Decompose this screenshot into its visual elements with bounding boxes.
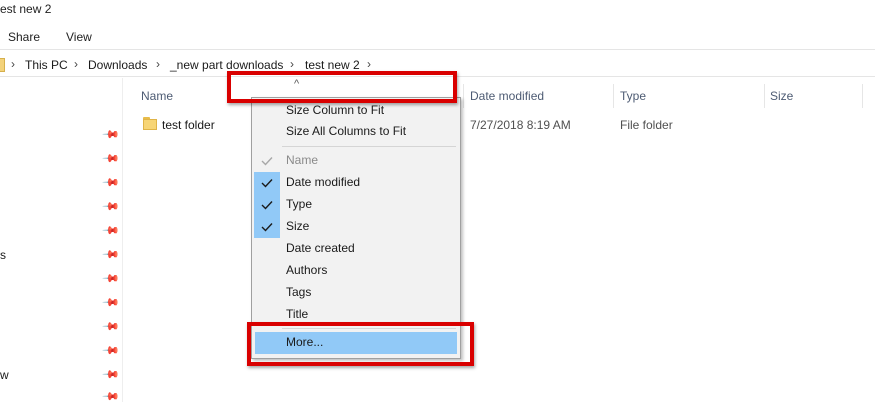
menu-item-label: Date created [286, 241, 355, 255]
pin-icon[interactable]: 📌 [101, 197, 120, 216]
menu-item-tags[interactable]: Tags [252, 282, 460, 304]
folder-icon[interactable] [143, 117, 157, 130]
breadcrumb-downloads[interactable]: Downloads [88, 58, 147, 72]
folder-icon [0, 58, 5, 72]
pin-icon[interactable]: 📌 [101, 221, 120, 240]
breadcrumb-test-new-2[interactable]: test new 2 [305, 58, 360, 72]
column-divider[interactable] [463, 84, 464, 108]
menu-item-authors[interactable]: Authors [252, 260, 460, 282]
column-divider[interactable] [862, 84, 863, 108]
pin-icon[interactable]: 📌 [101, 365, 120, 384]
pin-icon[interactable]: 📌 [101, 245, 120, 264]
menu-item-date-modified[interactable]: Date modified [252, 172, 460, 194]
file-name[interactable]: test folder [162, 118, 215, 132]
menu-item-label: Tags [286, 285, 312, 299]
column-divider[interactable] [613, 84, 614, 108]
menu-item-type[interactable]: Type [252, 194, 460, 216]
pin-icon[interactable]: 📌 [101, 173, 120, 192]
menu-item-size-all-columns-to-fit[interactable]: Size All Columns to Fit [252, 121, 460, 143]
sidebar-item-label[interactable]: w [0, 368, 9, 382]
column-context-menu: Size Column to Fit Size All Columns to F… [251, 97, 461, 359]
column-header-date-modified[interactable]: Date modified [470, 89, 544, 103]
sidebar-item-label[interactable]: s [0, 248, 6, 262]
file-type: File folder [620, 118, 673, 132]
column-divider[interactable] [764, 84, 765, 108]
column-header-size[interactable]: Size [770, 89, 793, 103]
nav-pane-divider [122, 78, 123, 402]
pin-icon[interactable]: 📌 [101, 317, 120, 336]
ribbon-divider [0, 49, 875, 50]
menu-item-label: Date modified [286, 175, 361, 189]
menu-item-label: Title [286, 307, 309, 321]
menu-item-date-created[interactable]: Date created [252, 238, 460, 260]
menu-item-label: Size All Columns to Fit [286, 124, 407, 138]
checkmark-icon [254, 172, 280, 194]
tab-view[interactable]: View [66, 30, 92, 44]
column-header-type[interactable]: Type [620, 89, 646, 103]
file-date-modified: 7/27/2018 8:19 AM [470, 118, 571, 132]
pin-icon[interactable]: 📌 [101, 293, 120, 312]
chevron-right-icon[interactable]: › [11, 57, 15, 71]
menu-item-label: Type [286, 197, 313, 211]
tab-share[interactable]: Share [8, 30, 40, 44]
chevron-right-icon[interactable]: › [367, 57, 371, 71]
checkmark-icon [254, 216, 280, 238]
pin-icon[interactable]: 📌 [101, 341, 120, 360]
menu-item-label: Authors [286, 263, 328, 277]
pin-icon[interactable]: 📌 [101, 125, 120, 144]
menu-item-size-column-to-fit[interactable]: Size Column to Fit [252, 100, 460, 122]
checkmark-icon [254, 194, 280, 216]
window-title: est new 2 [0, 2, 52, 16]
menu-item-size[interactable]: Size [252, 216, 460, 238]
menu-separator [282, 146, 456, 147]
breadcrumb-this-pc[interactable]: This PC [25, 58, 68, 72]
chevron-right-icon[interactable]: › [74, 57, 78, 71]
menu-item-label: Size Column to Fit [286, 103, 385, 117]
annotation-highlight-box [227, 71, 457, 103]
pin-icon[interactable]: 📌 [101, 269, 120, 288]
column-header-name[interactable]: Name [141, 89, 173, 103]
chevron-right-icon[interactable]: › [156, 57, 160, 71]
menu-item-name: Name [252, 150, 460, 172]
pin-icon[interactable]: 📌 [101, 387, 120, 406]
menu-item-label: Size [286, 219, 310, 233]
breadcrumb-new-part-downloads[interactable]: _new part downloads [170, 58, 283, 72]
checkmark-icon [254, 150, 280, 172]
menu-item-label: Name [286, 153, 319, 167]
pin-icon[interactable]: 📌 [101, 149, 120, 168]
annotation-highlight-box [247, 322, 474, 366]
chevron-right-icon[interactable]: › [290, 57, 294, 71]
